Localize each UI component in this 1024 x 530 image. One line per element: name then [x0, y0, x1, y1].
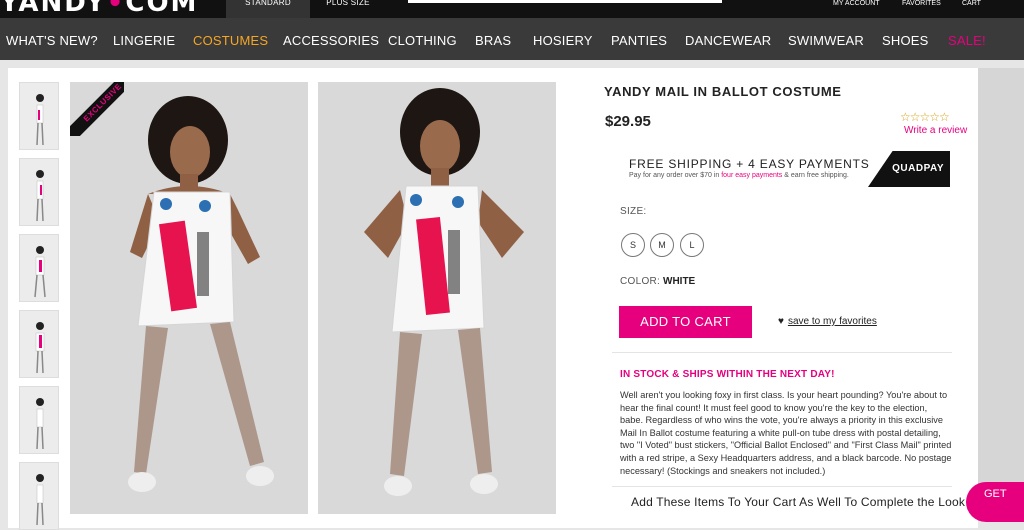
color-value: WHITE: [663, 276, 696, 287]
product-title: YANDY MAIL IN BALLOT COSTUME: [604, 84, 842, 99]
save-favorites-link[interactable]: ♥ save to my favorites: [778, 316, 877, 327]
tab-standard[interactable]: STANDARD: [226, 0, 310, 18]
tab-plus-size[interactable]: PLUS SIZE: [310, 0, 386, 18]
easy-payments-link[interactable]: four easy payments: [721, 172, 782, 179]
nav-panties[interactable]: PANTIES: [611, 33, 667, 48]
exclusive-badge: EXCLUSIVE: [70, 82, 124, 136]
page-gutter: [978, 68, 1024, 512]
rating-stars-icon[interactable]: ☆☆☆☆☆: [900, 110, 950, 124]
model-figure-icon: [36, 474, 44, 526]
product-thumbnail[interactable]: [19, 158, 59, 226]
model-figure-icon: [36, 170, 44, 222]
quadpay-logo[interactable]: QUADPAY: [868, 151, 950, 187]
heart-icon: ♥: [778, 316, 784, 327]
size-option-m[interactable]: M: [650, 233, 674, 257]
product-thumbnail[interactable]: [19, 82, 59, 150]
size-option-l[interactable]: L: [680, 233, 704, 257]
size-label: SIZE:: [620, 206, 647, 217]
divider: [612, 486, 952, 487]
my-account-link[interactable]: MY ACCOUNT: [833, 0, 880, 8]
model-photo-illustration: [364, 88, 524, 496]
shipping-subtext: Pay for any order over $70 in four easy …: [629, 172, 849, 179]
nav-shoes[interactable]: SHOES: [882, 33, 929, 48]
product-thumbnail[interactable]: [19, 234, 59, 302]
shipping-promo: FREE SHIPPING + 4 EASY PAYMENTS Pay for …: [620, 148, 950, 190]
product-photo-alt[interactable]: [318, 82, 556, 514]
search-input[interactable]: [408, 0, 722, 3]
divider: [612, 352, 952, 353]
product-thumbnail[interactable]: [19, 310, 59, 378]
model-figure-icon: [34, 246, 46, 298]
site-logo[interactable]: YANDY•COM: [0, 0, 198, 18]
product-price: $29.95: [605, 113, 651, 130]
nav-sale[interactable]: SALE!: [948, 33, 986, 48]
product-thumbnail[interactable]: [19, 462, 59, 530]
model-figure-icon: [36, 94, 44, 146]
promo-tab[interactable]: GET: [966, 482, 1024, 522]
nav-dancewear[interactable]: DANCEWEAR: [685, 33, 771, 48]
product-description: Well aren't you looking foxy in first cl…: [620, 390, 952, 476]
top-bar: YANDY•COM STANDARD PLUS SIZE MY ACCOUNT …: [0, 0, 1024, 18]
model-figure-icon: [36, 398, 44, 450]
product-thumbnail[interactable]: [19, 386, 59, 454]
main-nav: WHAT'S NEW? LINGERIE COSTUMES ACCESSORIE…: [0, 18, 1024, 60]
model-figure-icon: [35, 322, 45, 374]
nav-hosiery[interactable]: HOSIERY: [533, 33, 593, 48]
add-to-cart-button[interactable]: ADD TO CART: [619, 306, 752, 338]
product-photo-front[interactable]: [70, 82, 308, 514]
complete-the-look-heading: Add These Items To Your Cart As Well To …: [631, 495, 966, 509]
nav-costumes[interactable]: COSTUMES: [193, 33, 268, 48]
nav-lingerie[interactable]: LINGERIE: [113, 33, 175, 48]
nav-accessories[interactable]: ACCESSORIES: [283, 33, 379, 48]
nav-swimwear[interactable]: SWIMWEAR: [788, 33, 864, 48]
stock-status: IN STOCK & SHIPS WITHIN THE NEXT DAY!: [620, 369, 835, 380]
shipping-title: FREE SHIPPING + 4 EASY PAYMENTS: [629, 157, 870, 171]
nav-whats-new[interactable]: WHAT'S NEW?: [6, 33, 98, 48]
write-review-link[interactable]: Write a review: [904, 125, 967, 136]
cart-link[interactable]: CART: [962, 0, 981, 8]
nav-bras[interactable]: BRAS: [475, 33, 511, 48]
nav-clothing[interactable]: CLOTHING: [388, 33, 457, 48]
favorites-link[interactable]: FAVORITES: [902, 0, 941, 8]
color-label: COLOR:: [620, 276, 661, 287]
model-photo-illustration: [128, 96, 274, 492]
size-option-s[interactable]: S: [621, 233, 645, 257]
